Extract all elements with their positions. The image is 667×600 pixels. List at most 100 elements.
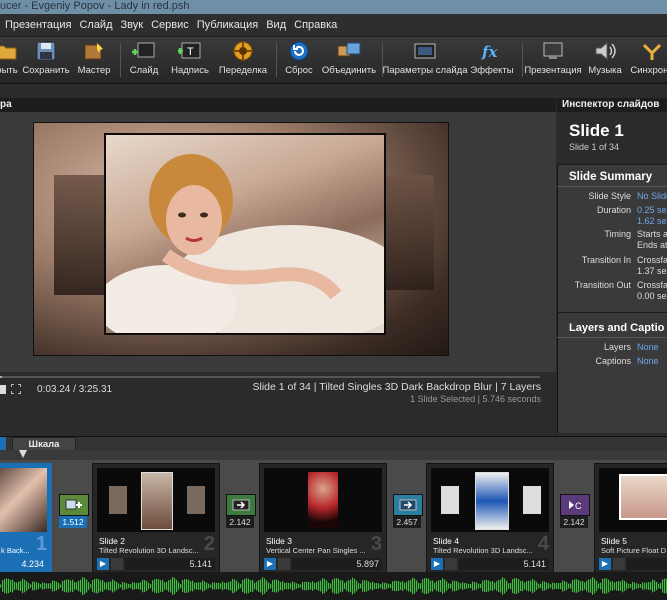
layers-value[interactable]: None	[637, 342, 659, 352]
slide-4-duration[interactable]: 5.141	[459, 558, 549, 570]
remix-button[interactable]: Переделка	[218, 37, 268, 83]
waveform-bar	[350, 579, 352, 593]
layers-icon[interactable]	[278, 558, 290, 570]
reset-icon	[287, 40, 311, 62]
transition-3[interactable]	[393, 494, 423, 516]
slide-info: Slide 1 of 34 | Tilted Singles 3D Dark B…	[252, 381, 541, 393]
transition-2[interactable]	[226, 494, 256, 516]
waveform-bar	[372, 581, 374, 591]
waveform-bar	[650, 581, 652, 591]
transition-4-duration[interactable]: 2.142	[560, 516, 588, 528]
slide-5-duration[interactable]	[627, 558, 667, 570]
waveform-bar	[208, 583, 210, 589]
slide-options-button[interactable]: Параметры слайда	[383, 37, 468, 83]
progress-track[interactable]	[0, 376, 540, 378]
music-button[interactable]: Музыка	[586, 37, 624, 83]
transition-1[interactable]	[59, 494, 89, 516]
waveform-bar	[358, 583, 360, 589]
inspector-row-value[interactable]: 1.62 seco	[637, 216, 667, 226]
merge-button[interactable]: Объединить	[322, 37, 376, 83]
layers-icon[interactable]	[613, 558, 625, 570]
save-button[interactable]: Сохранить	[22, 37, 70, 83]
slide-thumb-3[interactable]: 3 Slide 3 Vertical Center Pan Singles ..…	[259, 463, 387, 573]
waveform-bar	[132, 582, 134, 590]
layers-icon[interactable]	[445, 558, 457, 570]
waveform-bar	[188, 579, 190, 593]
playhead-marker[interactable]	[19, 450, 27, 458]
waveform-bar	[544, 581, 546, 591]
audio-waveform[interactable]	[0, 572, 667, 600]
waveform-bar	[550, 584, 552, 588]
waveform-bar	[30, 584, 32, 588]
transition-1-duration[interactable]: 1.512	[59, 516, 87, 528]
waveform-bar	[288, 582, 290, 590]
reset-button[interactable]: Сброс	[284, 37, 314, 83]
waveform-bar	[92, 580, 94, 592]
waveform-bar	[168, 580, 170, 592]
menu-sound[interactable]: Звук	[121, 19, 144, 31]
inspector-row-value[interactable]: 0.25 seco	[637, 205, 667, 215]
layers-icon[interactable]	[111, 558, 123, 570]
waveform-bar	[406, 581, 408, 591]
slide-thumb-1[interactable]: 1 k Back... 4.234	[0, 463, 52, 573]
waveform-bar	[206, 582, 208, 590]
waveform-bar	[568, 583, 570, 589]
menu-view[interactable]: Вид	[266, 19, 286, 31]
play-icon[interactable]: ▶	[264, 558, 276, 570]
slide-thumb-5[interactable]: Slide 5 Soft Picture Float D ▶	[594, 463, 667, 573]
fullscreen-icon[interactable]	[10, 383, 22, 395]
effects-button[interactable]: fx Эффекты	[470, 37, 514, 83]
toolbar-separator	[120, 43, 121, 77]
tab-slides[interactable]	[0, 437, 6, 451]
waveform-bar	[416, 580, 418, 592]
menu-help[interactable]: Справка	[294, 19, 337, 31]
slide-5-style: Soft Picture Float D	[601, 546, 667, 555]
waveform-bar	[440, 580, 442, 592]
menu-service[interactable]: Сервис	[151, 19, 189, 31]
slide-2-duration[interactable]: 5.141	[125, 558, 215, 570]
waveform-bar	[250, 580, 252, 592]
add-slide-button[interactable]: Слайд	[128, 37, 160, 83]
menu-presentation[interactable]: Презентация	[5, 19, 71, 31]
waveform-bar	[200, 582, 202, 590]
slide-thumb-4[interactable]: 4 Slide 4 Tilted Revolution 3D Landsc...…	[426, 463, 554, 573]
inspector-row-value[interactable]: No Slide	[637, 191, 667, 201]
transition-2-duration[interactable]: 2.142	[226, 516, 254, 528]
waveform-bar	[266, 580, 268, 592]
waveform-bar	[108, 581, 110, 591]
waveform-bar	[300, 584, 302, 588]
caption-button[interactable]: T Надпись	[170, 37, 210, 83]
stop-icon[interactable]	[0, 385, 6, 394]
waveform-bar	[454, 580, 456, 592]
inspector-row-label: Transition Out	[574, 280, 631, 290]
slide-thumb-2[interactable]: 2 Slide 2 Tilted Revolution 3D Landsc...…	[92, 463, 220, 573]
transition-3-duration[interactable]: 2.457	[393, 516, 421, 528]
waveform-bar	[488, 580, 490, 592]
slide-1-duration[interactable]: 4.234	[0, 558, 47, 570]
slide-4-number: 4	[537, 533, 549, 555]
menu-slide[interactable]: Слайд	[79, 19, 112, 31]
play-icon[interactable]: ▶	[431, 558, 443, 570]
captions-value[interactable]: None	[637, 356, 659, 366]
add-slide-icon	[132, 40, 156, 62]
waveform-bar	[44, 582, 46, 590]
waveform-bar	[118, 583, 120, 589]
show-options-button[interactable]: Презентация	[524, 37, 582, 83]
play-icon[interactable]: ▶	[97, 558, 109, 570]
menu-publish[interactable]: Публикация	[197, 19, 258, 31]
wizard-button[interactable]: Мастер	[76, 37, 112, 83]
play-icon[interactable]: ▶	[599, 558, 611, 570]
waveform-bar	[570, 583, 572, 589]
slide-3-duration[interactable]: 5.897	[292, 558, 382, 570]
sync-button[interactable]: Синхрони	[630, 37, 667, 83]
waveform-bar	[344, 582, 346, 590]
open-button[interactable]: рыть	[0, 37, 20, 83]
waveform-bar	[46, 583, 48, 589]
waveform-bar	[94, 578, 96, 594]
waveform-bar	[646, 582, 648, 590]
waveform-bar	[40, 584, 42, 588]
svg-text:fx: fx	[481, 43, 498, 61]
transition-4[interactable]: C	[560, 494, 590, 516]
waveform-bar	[500, 579, 502, 593]
waveform-bar	[130, 584, 132, 588]
